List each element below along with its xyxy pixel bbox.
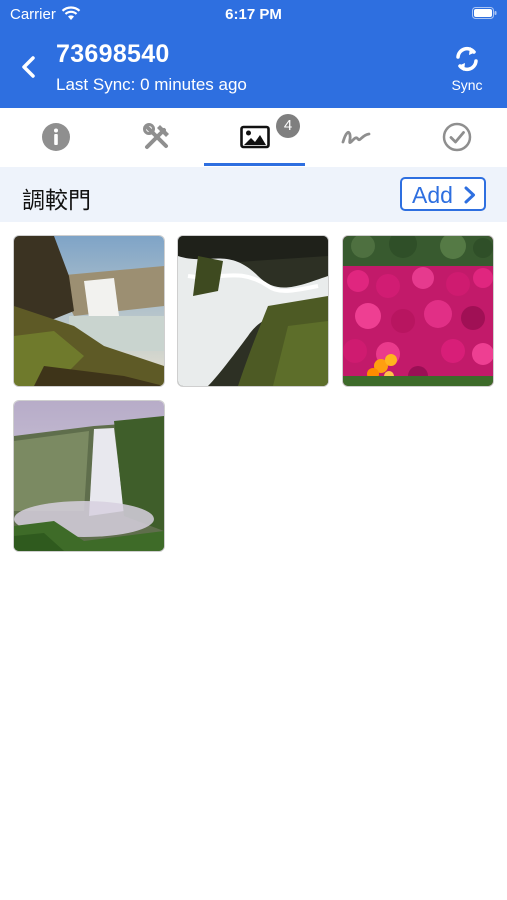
photo-thumbnail[interactable]	[14, 401, 164, 551]
waterfall-closeup-photo	[178, 236, 328, 386]
signature-icon	[341, 130, 371, 144]
battery-icon	[472, 7, 497, 19]
clock: 6:17 PM	[225, 6, 282, 23]
add-photo-button[interactable]: Add	[400, 177, 486, 211]
info-icon	[42, 123, 70, 151]
status-bar: Carrier 6:17 PM	[0, 0, 507, 28]
page-title: 73698540	[56, 40, 170, 68]
waterfall-mist-photo	[14, 401, 164, 551]
section-header: 調較門 Add	[0, 167, 507, 222]
photo-thumbnail[interactable]	[343, 236, 493, 386]
pink-flowers-photo	[343, 236, 493, 386]
add-label: Add	[412, 182, 453, 208]
tab-photos[interactable]: 4	[204, 108, 305, 166]
photo-count-badge: 4	[276, 114, 300, 138]
sync-icon	[456, 46, 478, 72]
sync-button[interactable]: Sync	[441, 44, 493, 100]
last-sync-text: Last Sync: 0 minutes ago	[56, 75, 247, 94]
tab-tools[interactable]	[106, 108, 207, 166]
tab-complete[interactable]	[406, 108, 507, 166]
photo-thumbnail[interactable]	[14, 236, 164, 386]
tab-signature[interactable]	[305, 108, 406, 166]
section-title: 調較門	[22, 187, 91, 213]
waterfall-cliff-photo	[14, 236, 164, 386]
sync-label: Sync	[451, 77, 483, 93]
header-bar: Carrier 6:17 PM 73698540 Last Sync: 0 mi…	[0, 0, 507, 108]
check-circle-icon	[442, 122, 472, 152]
image-icon	[240, 125, 270, 149]
back-button[interactable]	[16, 52, 42, 82]
tab-bar: 4	[0, 108, 507, 168]
tab-info[interactable]	[5, 108, 106, 166]
photo-thumbnail[interactable]	[178, 236, 328, 386]
chevron-right-icon	[464, 186, 475, 204]
tools-icon	[143, 123, 169, 149]
